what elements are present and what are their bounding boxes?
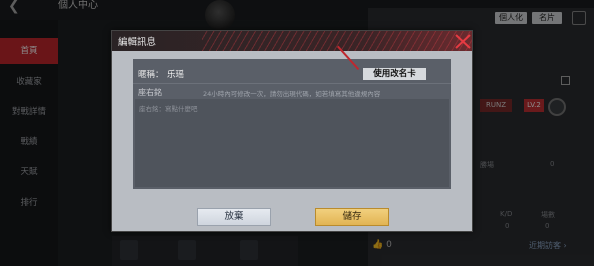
- motto-label: 座右銘: [138, 88, 162, 97]
- screen: ❮ 個人中心 個人化 名片 RUNZ LV.2 勝場 0 K/D 場數 0 0 …: [0, 0, 594, 266]
- close-icon[interactable]: [454, 33, 472, 50]
- nickname-value: 乐瑶: [167, 70, 185, 80]
- divider: [133, 83, 451, 84]
- dialog-header: 編輯訊息: [112, 31, 472, 51]
- use-rename-card-button[interactable]: 使用改名卡: [363, 68, 426, 80]
- motto-textarea[interactable]: 座右銘：寫點什麼吧: [135, 99, 449, 187]
- dialog-title: 編輯訊息: [118, 37, 157, 48]
- cancel-button[interactable]: 放棄: [197, 208, 271, 226]
- edit-info-dialog: 編輯訊息 暱稱： 乐瑶 座右銘 24小時內可修改一次，請勿出現代碼，如若填寫其他…: [111, 30, 473, 232]
- motto-placeholder: 座右銘：寫點什麼吧: [139, 105, 198, 113]
- motto-hint: 24小時內可修改一次，請勿出現代碼，如若填寫其他違規內容: [203, 90, 381, 98]
- nickname-label: 暱稱：: [138, 70, 164, 80]
- save-button[interactable]: 儲存: [315, 208, 389, 226]
